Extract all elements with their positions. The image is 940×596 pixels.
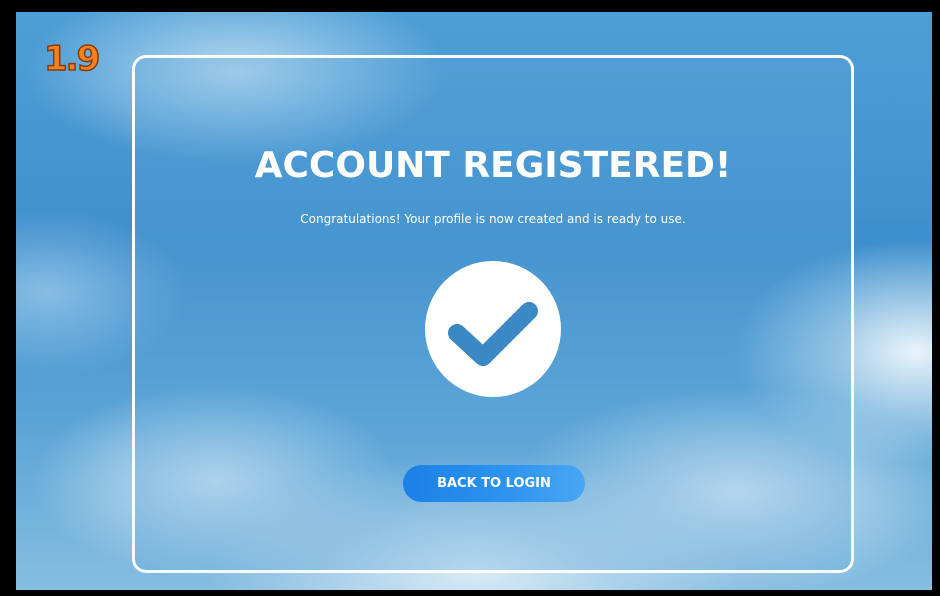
success-message: Congratulations! Your profile is now cre… (300, 212, 686, 226)
checkmark-circle-icon (425, 261, 561, 397)
version-badge: 1.9 (43, 39, 101, 79)
registration-success-card: ACCOUNT REGISTERED! Congratulations! You… (132, 55, 854, 573)
back-to-login-button[interactable]: BACK TO LOGIN (403, 465, 585, 502)
app-window: 1.9 ACCOUNT REGISTERED! Congratulations!… (16, 12, 932, 590)
page-title: ACCOUNT REGISTERED! (254, 145, 732, 186)
